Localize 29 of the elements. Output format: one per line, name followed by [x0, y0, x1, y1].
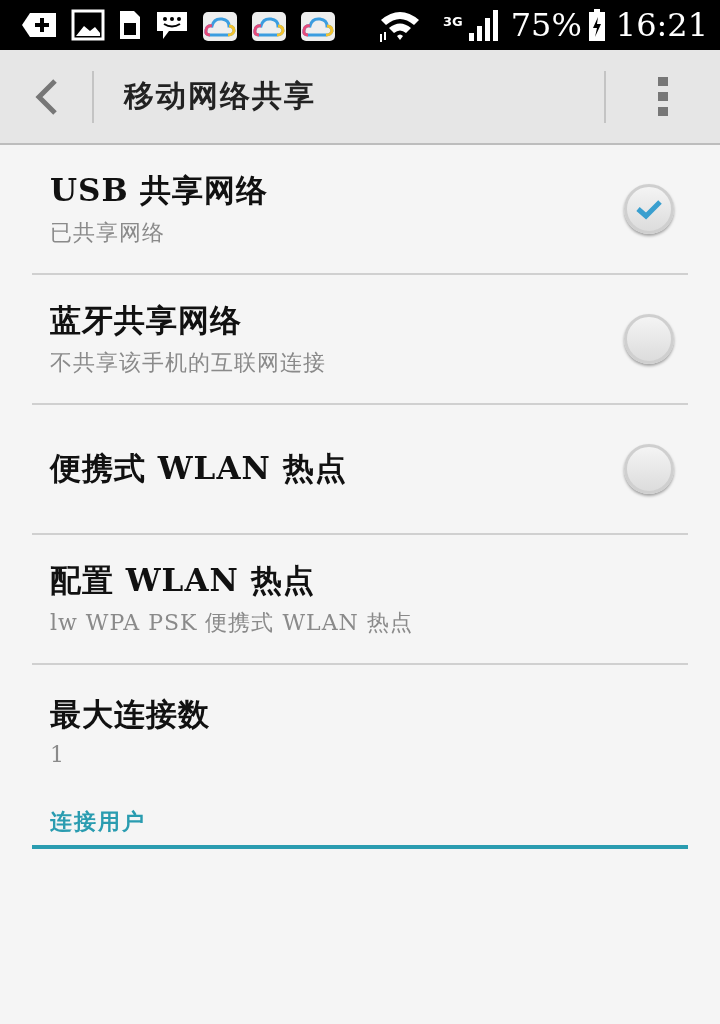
- setting-row[interactable]: 便携式 WLAN 热点: [32, 405, 688, 535]
- signal-icon: [468, 9, 501, 41]
- network-type: 3G: [442, 14, 463, 29]
- setting-title: USB 共享网络: [50, 171, 269, 210]
- sim-card-icon: [118, 9, 142, 41]
- battery-percent: 75%: [510, 6, 582, 44]
- battery-charging-icon: [587, 9, 606, 41]
- setting-row[interactable]: 配置 WLAN 热点 lw WPA PSK 便携式 WLAN 热点: [32, 535, 688, 665]
- setting-title: 配置 WLAN 热点: [50, 561, 316, 600]
- screen-title: 移动网络共享: [122, 77, 317, 115]
- clock: 16:21: [615, 6, 708, 44]
- section-header: 连接用户: [50, 808, 146, 834]
- checkbox[interactable]: [624, 184, 674, 234]
- setting-summary: 1: [50, 741, 66, 767]
- setting-title: 蓝牙共享网络: [50, 301, 243, 340]
- checkbox[interactable]: [624, 314, 674, 364]
- setting-summary: 不共享该手机的互联网连接: [50, 349, 326, 377]
- setting-title: 便携式 WLAN 热点: [50, 449, 347, 488]
- setting-row[interactable]: USB 共享网络 已共享网络: [32, 145, 688, 275]
- setting-row[interactable]: 最大连接数 1: [32, 665, 688, 795]
- checkmark-icon: [635, 198, 663, 220]
- setting-row[interactable]: 蓝牙共享网络 不共享该手机的互联网连接: [32, 275, 688, 405]
- setting-summary: 已共享网络: [50, 219, 166, 247]
- chat-bubble-icon: [155, 9, 189, 41]
- checkbox[interactable]: [624, 444, 674, 494]
- setting-title: 最大连接数: [50, 694, 210, 734]
- more-options-icon: [657, 76, 669, 117]
- image-icon: [71, 9, 105, 41]
- setting-summary: lw WPA PSK 便携式 WLAN 热点: [50, 609, 413, 637]
